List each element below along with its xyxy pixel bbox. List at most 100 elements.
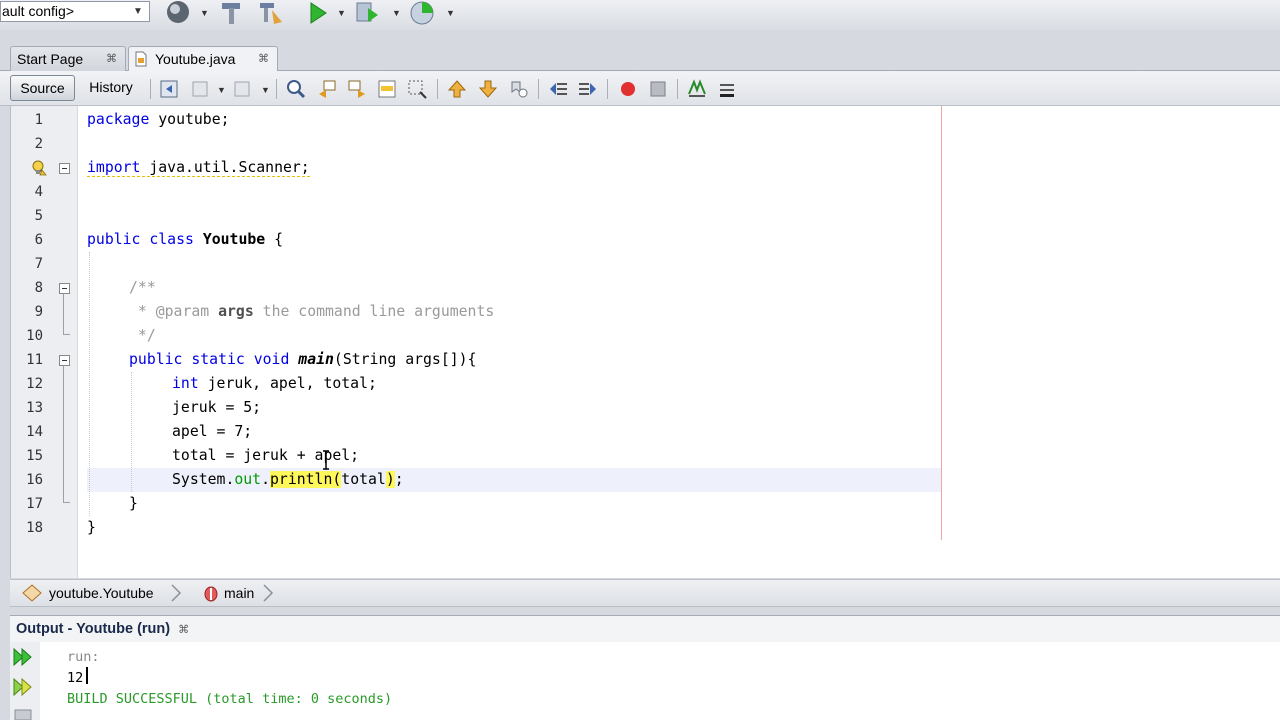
code-editor[interactable]: 1 2 3 4 5 6 7 8 9 10 11 12 13 14 15 16 1… [10,106,1280,578]
code-text: } [87,519,96,536]
line-number: 2 [34,136,43,152]
line-number: 10 [26,328,43,344]
code-line-15[interactable]: total = jeruk + apel; [172,444,359,468]
code-line-8[interactable]: /** [129,276,156,300]
toggle-highlight-icon[interactable] [376,78,398,100]
output-window-header: Output - Youtube (run) ⌘ [10,615,1280,642]
code-line-17[interactable]: } [129,492,138,516]
forward-dropdown-icon[interactable]: ▼ [261,85,270,95]
previous-bookmark-icon[interactable] [446,78,468,100]
profile-dropdown-icon[interactable]: ▼ [446,8,455,18]
history-view-button[interactable]: History [80,75,142,101]
code-text: youtube; [149,111,230,128]
globe-dropdown-icon[interactable]: ▼ [200,8,209,18]
next-bookmark-icon[interactable] [477,78,499,100]
find-next-icon[interactable] [346,78,368,100]
clean-build-icon[interactable] [256,0,284,26]
source-view-button[interactable]: Source [10,75,75,101]
last-edit-icon[interactable] [158,78,180,100]
toolbar-separator [437,79,438,99]
code-line-13[interactable]: jeruk = 5; [172,396,261,420]
fold-toggle-icon[interactable] [59,163,70,174]
method-icon [204,586,218,602]
code-text: jeruk, apel, total; [198,375,377,392]
lightbulb-hint-icon[interactable] [31,160,47,176]
start-macro-recording-icon[interactable] [617,78,639,100]
stop-icon[interactable] [14,708,32,720]
back-dropdown-icon[interactable]: ▼ [217,85,226,95]
shift-right-icon[interactable] [577,78,599,100]
code-text: System. [172,471,235,488]
tab-youtube-java[interactable]: Youtube.java ⌘ [128,46,278,71]
code-text: jeruk = 5; [172,399,262,416]
hammer-icon[interactable] [218,0,246,26]
code-line-10[interactable]: */ [129,324,156,348]
code-line-6[interactable]: public class Youtube { [87,228,283,252]
chevron-right-icon[interactable] [170,584,182,602]
toggle-bookmark-icon[interactable] [508,78,530,100]
close-icon[interactable]: ⌘ [106,47,117,71]
breadcrumb-method[interactable]: main [224,580,254,606]
code-line-11[interactable]: public static void main(String args[]){ [129,348,476,372]
line-number: 15 [26,448,43,464]
line-number: 14 [26,424,43,440]
breadcrumb: youtube.Youtube main [10,579,1280,607]
code-text: total [341,471,386,488]
back-icon[interactable] [190,78,212,100]
fold-guide [63,366,64,502]
code-text: total = jeruk + apel; [172,447,360,464]
tab-output[interactable]: Output - Youtube (run) ⌘ [10,617,195,642]
fold-toggle-icon[interactable] [59,283,70,294]
code-line-12[interactable]: int jeruk, apel, total; [172,372,377,396]
code-line-16[interactable]: System.out.println(total); [172,468,404,492]
tab-start-page[interactable]: Start Page ⌘ [10,46,126,71]
line-number: 13 [26,400,43,416]
fold-toggle-icon[interactable] [59,355,70,366]
configuration-select[interactable]: ault config> ▼ [0,1,150,22]
line-number: 6 [34,232,43,248]
javadoc-param: args [218,303,254,320]
close-icon[interactable]: ⌘ [178,624,189,636]
output-title: Output - Youtube (run) [16,621,171,637]
toolbar-separator [607,79,608,99]
java-file-icon [135,51,147,67]
static-field: out [234,471,262,488]
debug-icon[interactable] [354,0,382,26]
tab-label: Start Page [17,51,84,67]
find-icon[interactable] [285,78,307,100]
code-line-18[interactable]: } [87,516,96,540]
comment: /** [129,279,156,296]
chevron-down-icon[interactable]: ▼ [131,2,145,21]
code-line-3[interactable]: import java.util.Scanner; [87,156,310,180]
uncomment-icon[interactable] [716,78,738,100]
toolbar-separator [538,79,539,99]
globe-icon[interactable] [162,0,190,26]
code-line-14[interactable]: apel = 7; [172,420,252,444]
keyword: import [87,159,141,176]
breadcrumb-class[interactable]: youtube.Youtube [49,580,154,606]
code-line-1[interactable]: package youtube; [87,108,230,132]
comment-icon[interactable] [686,78,708,100]
chevron-right-icon[interactable] [262,584,274,602]
keyword: int [172,375,199,392]
main-toolbar: ault config> ▼ ▼ ▼ ▼ ▼ [0,0,1280,30]
keyword: public static void [129,351,290,368]
debug-dropdown-icon[interactable]: ▼ [392,8,401,18]
comment: the command line arguments [253,303,495,320]
code-line-9[interactable]: * @param args the command line arguments [129,300,494,324]
output-console[interactable]: run: 12 BUILD SUCCESSFUL (total time: 0 … [40,642,1280,720]
run-dropdown-icon[interactable]: ▼ [337,8,346,18]
shift-left-icon[interactable] [547,78,569,100]
find-previous-icon[interactable] [316,78,338,100]
editor-tab-strip: Start Page ⌘ Youtube.java ⌘ [0,44,1280,71]
output-line-build: BUILD SUCCESSFUL (total time: 0 seconds) [67,691,393,707]
profile-icon[interactable] [408,0,436,26]
rerun-icon[interactable] [12,646,34,668]
editor-toolbar: Source History ▼ ▼ [0,71,1280,106]
close-icon[interactable]: ⌘ [258,47,269,71]
toggle-rect-selection-icon[interactable] [406,78,428,100]
stop-macro-recording-icon[interactable] [647,78,669,100]
rerun-with-params-icon[interactable] [12,676,34,698]
run-icon[interactable] [304,0,332,26]
forward-icon[interactable] [232,78,254,100]
